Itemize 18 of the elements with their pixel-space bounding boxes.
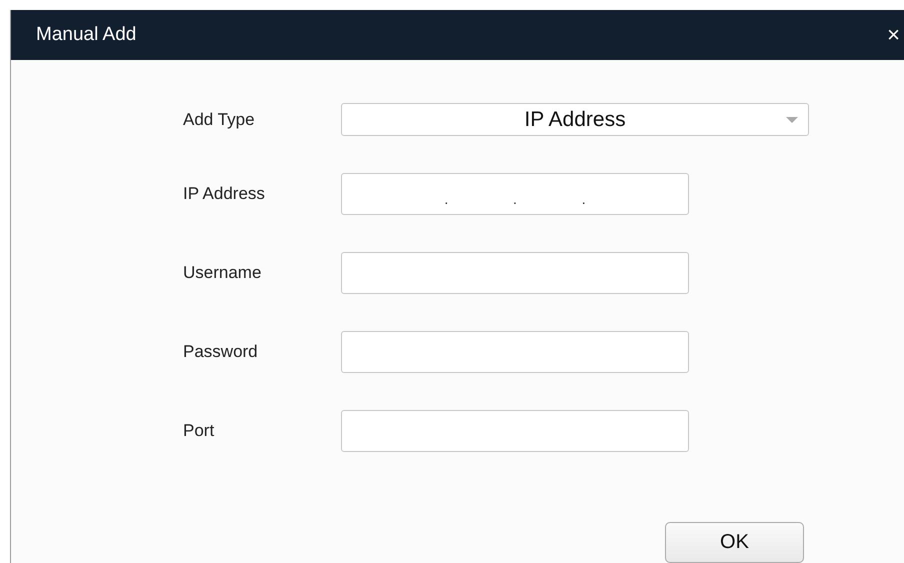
field-label: Add Type — [183, 110, 256, 130]
dialog-title: Manual Add — [36, 24, 136, 46]
ip-separator: . — [444, 192, 448, 206]
field-label: Port — [183, 421, 216, 441]
input-field[interactable] — [341, 252, 689, 294]
field-label: Password — [183, 342, 259, 362]
field-label: Username — [183, 263, 262, 283]
dropdown-value: IP Address — [524, 108, 626, 132]
ip-address-field[interactable]: . . . — [341, 173, 689, 215]
field-label: IP Address — [183, 184, 266, 204]
input-field[interactable] — [341, 410, 689, 452]
input-field[interactable] — [341, 331, 689, 373]
ok-button[interactable]: OK — [665, 522, 804, 563]
caret-icon — [786, 117, 798, 124]
close-button[interactable]: × — [887, 22, 900, 48]
add-type-dropdown[interactable]: IP Address — [341, 103, 809, 136]
ip-separator: . — [582, 192, 586, 206]
ip-separator: . — [513, 192, 517, 206]
